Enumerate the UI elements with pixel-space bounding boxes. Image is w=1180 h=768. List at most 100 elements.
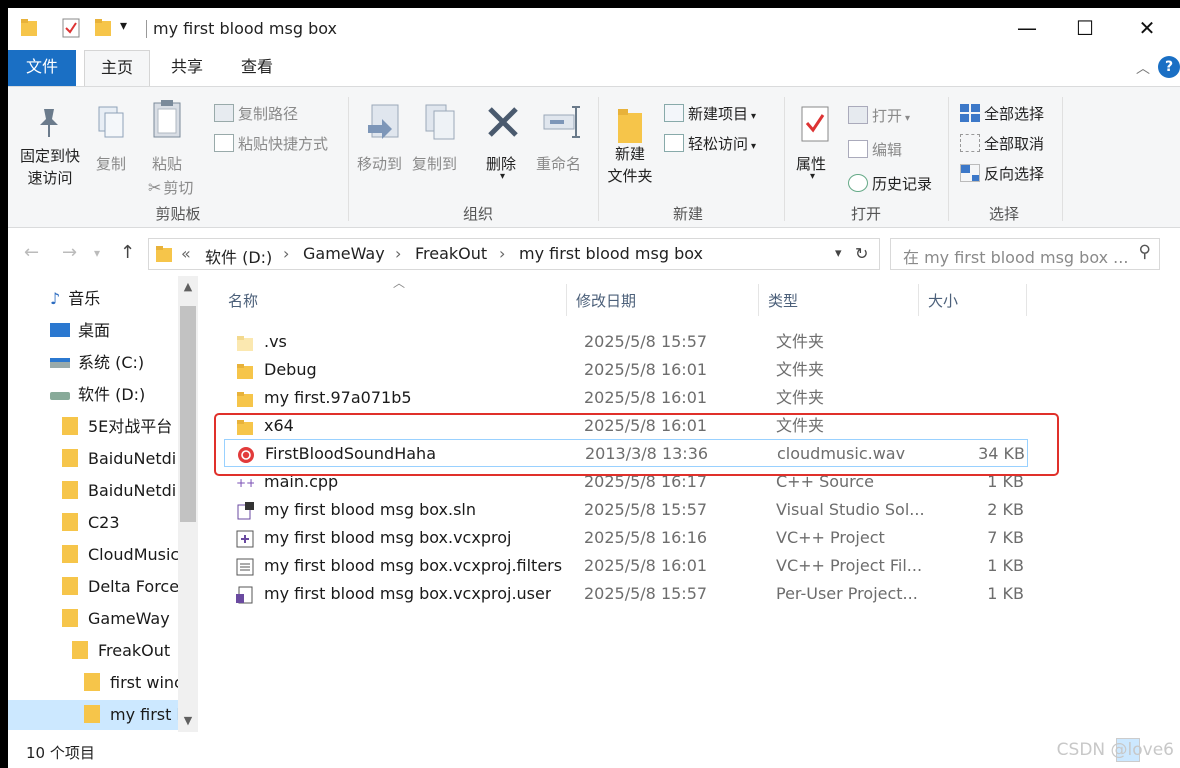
file-row[interactable]: my first blood msg box.vcxproj 2025/5/8 1… (224, 524, 1028, 552)
move-to-icon (368, 104, 399, 139)
delete-x-icon (488, 107, 518, 137)
column-divider[interactable] (566, 284, 567, 316)
folder-icon[interactable] (20, 18, 38, 38)
folder-icon (62, 449, 78, 467)
nav-item-folder[interactable]: FreakOut (72, 636, 170, 666)
breadcrumb-overflow[interactable]: « (181, 244, 191, 263)
column-divider[interactable] (758, 284, 759, 316)
file-row[interactable]: FirstBloodSoundHaha 2013/3/8 13:36 cloudmu… (224, 439, 1028, 467)
file-row[interactable]: my first blood msg box.vcxproj.filters 20… (224, 552, 1028, 580)
move-to-label: 移动到 (357, 155, 403, 173)
nav-item-folder[interactable]: BaiduNetdi (62, 476, 176, 506)
breadcrumb-separator[interactable]: › (395, 244, 401, 263)
breadcrumb-freakout[interactable]: FreakOut (415, 244, 487, 263)
filters-file-icon (236, 557, 254, 576)
tab-share[interactable]: 共享 (158, 50, 216, 86)
nav-item-folder[interactable]: GameWay (62, 604, 170, 634)
easy-access-button[interactable]: 轻松访问 ▾ (664, 133, 756, 154)
column-header-date[interactable]: 修改日期 (576, 290, 636, 311)
item-count: 10 个项目 (26, 744, 95, 762)
column-divider[interactable] (1026, 284, 1027, 316)
recent-locations-chevron-icon[interactable]: ▾ (94, 246, 100, 260)
breadcrumb-gameway[interactable]: GameWay (303, 244, 385, 263)
scroll-down-icon[interactable]: ▼ (178, 714, 198, 727)
nav-item-software-d[interactable]: 软件 (D:) (50, 380, 145, 410)
paste-label: 粘贴 (152, 155, 183, 173)
nav-item-current-folder[interactable]: my first b (8, 700, 187, 730)
help-icon[interactable]: ? (1158, 56, 1180, 78)
search-icon[interactable]: ⚲ (1139, 242, 1151, 262)
paste-shortcut-button[interactable]: 粘贴快捷方式 (214, 133, 328, 154)
new-item-button[interactable]: 新建项目 ▾ (664, 103, 756, 124)
pin-label-line1: 固定到快 (19, 147, 80, 165)
maximize-button[interactable]: ☐ (1056, 8, 1114, 48)
edit-button[interactable]: 编辑 (848, 139, 902, 160)
new-folder-icon[interactable] (94, 18, 112, 38)
nav-label: GameWay (88, 609, 170, 628)
folder-icon (62, 609, 78, 627)
file-row[interactable]: Debug 2025/5/8 16:01 文件夹 (224, 356, 1028, 384)
file-row[interactable]: x64 2025/5/8 16:01 文件夹 (224, 412, 1028, 440)
scrollbar-thumb[interactable] (180, 306, 196, 522)
paste-shortcut-icon (214, 134, 234, 152)
nav-item-folder[interactable]: first winc (84, 668, 183, 698)
nav-item-folder[interactable]: 5E对战平台 (62, 412, 172, 442)
minimize-button[interactable]: — (998, 8, 1056, 48)
close-button[interactable]: ✕ (1118, 8, 1176, 48)
breadcrumb-current[interactable]: my first blood msg box (519, 244, 703, 263)
file-type: Per-User Project... (776, 584, 918, 603)
nav-item-desktop[interactable]: 桌面 (50, 316, 110, 346)
search-box[interactable]: 在 my first blood msg box ... ⚲ (890, 238, 1160, 270)
invert-selection-button[interactable]: 反向选择 (960, 163, 1044, 184)
file-date: 2025/5/8 16:01 (584, 416, 708, 435)
nav-item-folder[interactable]: CloudMusic (62, 540, 179, 570)
nav-item-folder[interactable]: BaiduNetdi (62, 444, 176, 474)
file-row[interactable]: .vs 2025/5/8 15:57 文件夹 (224, 328, 1028, 356)
tab-file[interactable]: 文件 (8, 50, 76, 86)
breadcrumb-separator[interactable]: › (499, 244, 505, 263)
file-name: x64 (264, 416, 294, 435)
nav-item-folder[interactable]: Delta Force (62, 572, 179, 602)
file-type: 文件夹 (776, 416, 825, 435)
refresh-icon[interactable]: ↻ (855, 244, 868, 263)
forward-arrow-icon[interactable]: → (62, 242, 77, 263)
select-none-button[interactable]: 全部取消 (960, 133, 1044, 154)
tab-view[interactable]: 查看 (228, 50, 286, 86)
nav-item-music[interactable]: ♪ 音乐 (50, 284, 100, 314)
copy-path-button[interactable]: 复制路径 (214, 103, 298, 124)
collapse-ribbon-icon[interactable]: ︿ (1136, 58, 1150, 78)
customize-quick-access-dropdown[interactable]: ▾ (120, 18, 127, 34)
file-date: 2025/5/8 16:01 (584, 360, 708, 379)
rename-label: 重命名 (536, 155, 582, 173)
nav-label: CloudMusic (88, 545, 180, 564)
up-arrow-icon[interactable]: ↑ (120, 242, 135, 263)
file-row[interactable]: my first.97a071b5 2025/5/8 16:01 文件夹 (224, 384, 1028, 412)
select-all-button[interactable]: 全部选择 (960, 103, 1044, 124)
open-button[interactable]: 打开 ▾ (848, 105, 910, 126)
scroll-up-icon[interactable]: ▲ (178, 280, 198, 293)
search-input[interactable]: 在 my first blood msg box ... (903, 244, 1128, 268)
nav-item-folder[interactable]: C23 (62, 508, 120, 538)
watermark-text: CSDN @love6 (1056, 740, 1174, 760)
status-bar: 10 个项目 CSDN @love6 (8, 734, 1180, 768)
file-row[interactable]: my first blood msg box.vcxproj.user 2025/… (224, 580, 1028, 608)
breadcrumb-drive[interactable]: 软件 (D:) (205, 244, 272, 268)
ribbon: 固定到快 速访问 复制 粘贴 复制路径 粘贴快捷方式 ✂剪切 剪贴板 移动到 (8, 86, 1180, 228)
nav-scrollbar[interactable]: ▲ ▼ (178, 276, 198, 732)
back-arrow-icon[interactable]: ← (24, 242, 39, 263)
address-bar[interactable]: « 软件 (D:) › GameWay › FreakOut › my firs… (148, 238, 880, 270)
column-header-name[interactable]: 名称 (228, 290, 258, 311)
breadcrumb-separator[interactable]: › (283, 244, 289, 263)
history-button[interactable]: 历史记录 (848, 173, 932, 194)
nav-item-system-c[interactable]: 系统 (C:) (50, 348, 144, 378)
file-type: 文件夹 (776, 332, 825, 351)
column-header-size[interactable]: 大小 (928, 290, 958, 311)
cut-button[interactable]: ✂ 剪切 (148, 177, 193, 198)
file-row[interactable]: my first blood msg box.sln 2025/5/8 15:57… (224, 496, 1028, 524)
properties-check-icon[interactable] (62, 18, 80, 38)
address-history-chevron-icon[interactable]: ▾ (835, 246, 842, 261)
column-header-type[interactable]: 类型 (768, 290, 798, 311)
file-row[interactable]: ++ main.cpp 2025/5/8 16:17 C++ Source 1 KB (224, 468, 1028, 496)
column-divider[interactable] (918, 284, 919, 316)
tab-home[interactable]: 主页 (84, 50, 150, 87)
